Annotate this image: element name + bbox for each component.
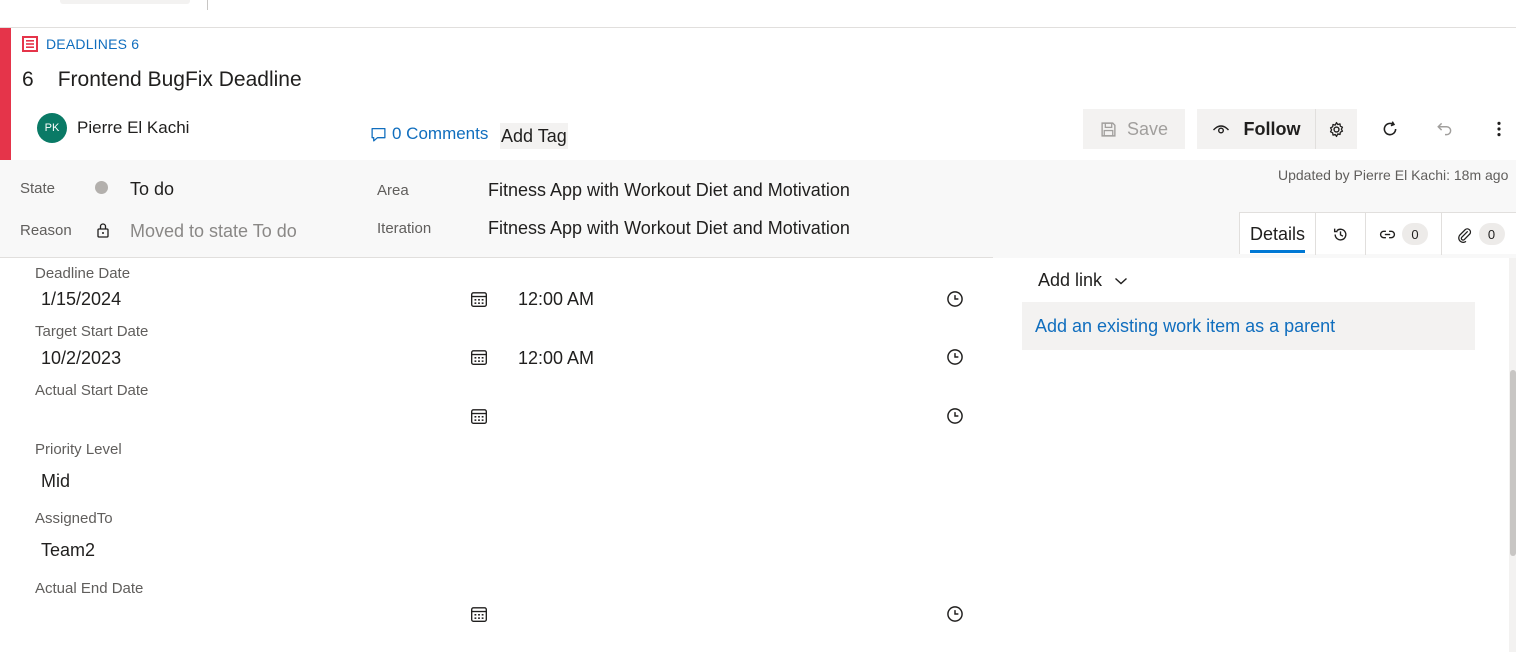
scrollbar-thumb[interactable] bbox=[1510, 370, 1516, 556]
tab-links[interactable]: 0 bbox=[1366, 213, 1442, 255]
page-title[interactable]: 6 Frontend BugFix Deadline bbox=[22, 68, 302, 92]
add-tag-button[interactable]: Add Tag bbox=[500, 123, 568, 149]
work-item-title[interactable]: Frontend BugFix Deadline bbox=[58, 68, 302, 92]
iteration-field[interactable]: Fitness App with Workout Diet and Motiva… bbox=[488, 218, 850, 239]
clock-icon[interactable] bbox=[946, 290, 964, 308]
iteration-label: Iteration bbox=[377, 220, 432, 237]
undo-button[interactable] bbox=[1427, 113, 1463, 145]
more-actions-button[interactable] bbox=[1485, 113, 1513, 145]
settings-button[interactable] bbox=[1315, 109, 1357, 149]
deadline-date-label: Deadline Date bbox=[35, 265, 131, 282]
assigned-to-label: AssignedTo bbox=[35, 510, 113, 527]
add-link-button[interactable]: Add link bbox=[1038, 270, 1128, 291]
comments-link[interactable]: 0 Comments bbox=[370, 124, 488, 144]
header-divider bbox=[0, 257, 993, 258]
chevron-down-icon bbox=[1115, 277, 1128, 284]
undo-icon bbox=[1437, 122, 1452, 136]
target-start-time-input[interactable]: 12:00 AM bbox=[518, 348, 594, 369]
calendar-icon[interactable] bbox=[470, 605, 488, 623]
priority-level-label: Priority Level bbox=[35, 441, 122, 458]
calendar-icon[interactable] bbox=[470, 348, 488, 366]
work-item-id: 6 bbox=[22, 68, 34, 91]
area-label: Area bbox=[377, 182, 409, 199]
assigned-user-name[interactable]: Pierre El Kachi bbox=[77, 118, 189, 138]
tab-attachments[interactable]: 0 bbox=[1442, 213, 1516, 255]
clock-icon[interactable] bbox=[946, 605, 964, 623]
top-bar bbox=[0, 0, 1516, 28]
top-bar-divider bbox=[207, 0, 208, 10]
assigned-to-input[interactable]: Team2 bbox=[41, 540, 95, 561]
work-item-color-bar bbox=[0, 28, 11, 160]
work-item-tabs: Details 0 0 bbox=[1239, 212, 1516, 255]
refresh-button[interactable] bbox=[1372, 113, 1408, 145]
follow-label: Follow bbox=[1243, 118, 1301, 139]
actual-start-date-label: Actual Start Date bbox=[35, 382, 149, 399]
gear-icon bbox=[1329, 121, 1344, 137]
target-start-date-label: Target Start Date bbox=[35, 323, 149, 340]
reason-label: Reason bbox=[20, 222, 72, 239]
save-button[interactable]: Save bbox=[1083, 109, 1185, 149]
actual-end-date-label: Actual End Date bbox=[35, 580, 144, 597]
add-parent-link[interactable]: Add an existing work item as a parent bbox=[1035, 316, 1335, 337]
work-item-type-label[interactable]: DEADLINES 6 bbox=[46, 36, 139, 52]
state-indicator bbox=[95, 181, 108, 194]
deadline-time-input[interactable]: 12:00 AM bbox=[518, 289, 594, 310]
top-bar-stub bbox=[60, 0, 190, 4]
follow-button[interactable]: Follow bbox=[1197, 109, 1315, 149]
comment-icon bbox=[371, 127, 386, 142]
area-field[interactable]: Fitness App with Workout Diet and Motiva… bbox=[488, 180, 850, 201]
lock-icon bbox=[97, 223, 109, 238]
paperclip-icon bbox=[1457, 227, 1471, 243]
tab-details[interactable]: Details bbox=[1240, 213, 1316, 255]
state-dropdown[interactable]: To do bbox=[130, 179, 174, 200]
attachments-count-badge: 0 bbox=[1478, 223, 1505, 245]
link-icon bbox=[1379, 230, 1396, 238]
save-icon bbox=[1101, 121, 1116, 137]
work-item-type-icon bbox=[22, 36, 38, 52]
eye-icon bbox=[1212, 125, 1229, 134]
history-icon bbox=[1333, 228, 1347, 241]
work-item-type: DEADLINES 6 bbox=[22, 34, 139, 54]
target-start-date-input[interactable]: 10/2/2023 bbox=[41, 348, 121, 369]
refresh-icon bbox=[1383, 121, 1397, 136]
add-link-label: Add link bbox=[1038, 270, 1103, 290]
state-label: State bbox=[20, 180, 56, 197]
avatar[interactable]: PK bbox=[37, 113, 67, 143]
comments-label: 0 Comments bbox=[392, 124, 489, 143]
reason-value: Moved to state To do bbox=[130, 221, 297, 241]
tab-history[interactable] bbox=[1316, 213, 1366, 255]
priority-level-input[interactable]: Mid bbox=[41, 471, 70, 492]
calendar-icon[interactable] bbox=[470, 407, 488, 425]
links-count-badge: 0 bbox=[1402, 223, 1428, 245]
clock-icon[interactable] bbox=[946, 348, 964, 366]
more-icon bbox=[1497, 121, 1501, 137]
deadline-date-input[interactable]: 1/15/2024 bbox=[41, 289, 121, 310]
save-label: Save bbox=[1126, 118, 1169, 139]
clock-icon[interactable] bbox=[946, 407, 964, 425]
calendar-icon[interactable] bbox=[470, 290, 488, 308]
updated-by-text[interactable]: Updated by Pierre El Kachi: 18m ago bbox=[1278, 167, 1508, 183]
